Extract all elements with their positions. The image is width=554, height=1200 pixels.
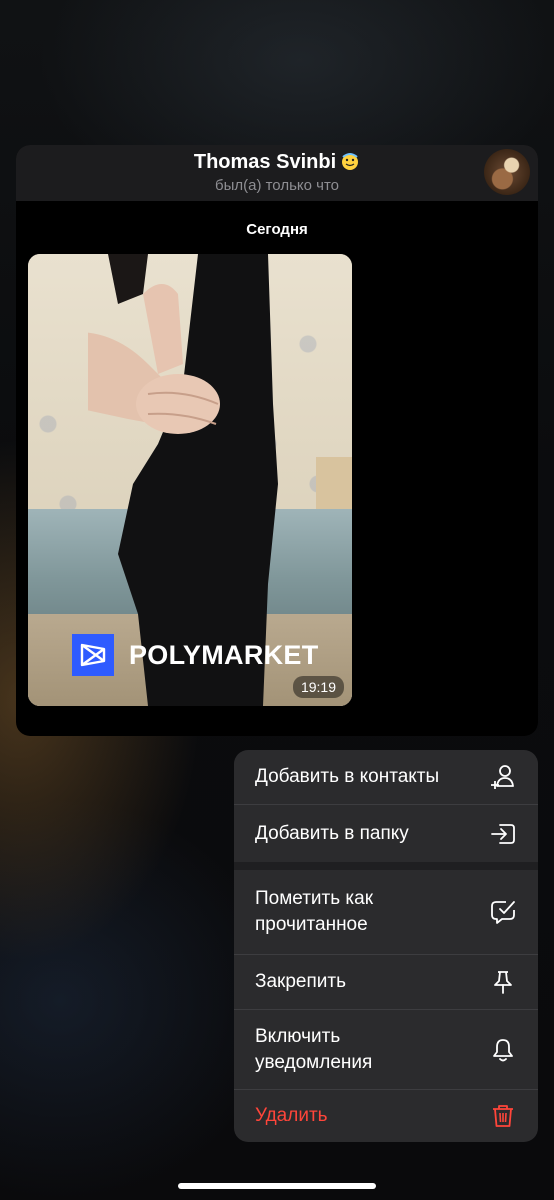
emoji-status-icon <box>340 151 360 171</box>
menu-group-divider <box>234 862 538 870</box>
chat-header: Thomas Svinbi был(а) только что <box>16 145 538 201</box>
avatar[interactable] <box>484 149 530 195</box>
context-menu: Добавить в контакты Добавить в папку Пом… <box>234 750 538 1142</box>
polymarket-logo-icon <box>72 634 114 676</box>
chat-preview[interactable]: Thomas Svinbi был(а) только что Сегодня <box>16 145 538 736</box>
trash-icon <box>490 1103 516 1129</box>
menu-item-label: Удалить <box>255 1105 328 1126</box>
menu-item-unmute[interactable]: Включить уведомления <box>234 1010 538 1089</box>
menu-item-label: Добавить в папку <box>255 822 409 844</box>
photo-message[interactable]: POLYMARKET 19:19 <box>28 254 352 706</box>
last-seen-status: был(а) только что <box>214 177 339 194</box>
polymarket-watermark: POLYMARKET <box>72 634 319 676</box>
menu-item-label: Включить уведомления <box>255 1025 373 1073</box>
contact-name: Thomas Svinbi <box>193 151 337 173</box>
add-contact-icon <box>490 764 516 790</box>
home-indicator[interactable] <box>178 1183 376 1189</box>
bell-icon <box>490 1037 516 1063</box>
message-time: 19:19 <box>292 676 344 698</box>
menu-item-pin[interactable]: Закрепить <box>234 955 538 1009</box>
polymarket-wordmark: POLYMARKET <box>129 639 319 670</box>
menu-item-label: Закрепить <box>255 971 346 992</box>
add-to-folder-icon <box>490 821 516 847</box>
menu-item-mark-read[interactable]: Пометить как прочитанное <box>234 870 538 954</box>
date-separator: Сегодня <box>246 221 308 238</box>
menu-item-add-contact[interactable]: Добавить в контакты <box>234 750 538 804</box>
menu-item-label: Добавить в контакты <box>255 766 440 787</box>
pin-icon <box>490 969 516 995</box>
menu-item-delete[interactable]: Удалить <box>234 1090 538 1142</box>
contact-name-line: Thomas Svinbi <box>16 151 538 174</box>
menu-item-add-to-folder[interactable]: Добавить в папку <box>234 805 538 862</box>
menu-item-label: Пометить как прочитанное <box>255 888 374 935</box>
mark-read-icon <box>490 899 516 925</box>
